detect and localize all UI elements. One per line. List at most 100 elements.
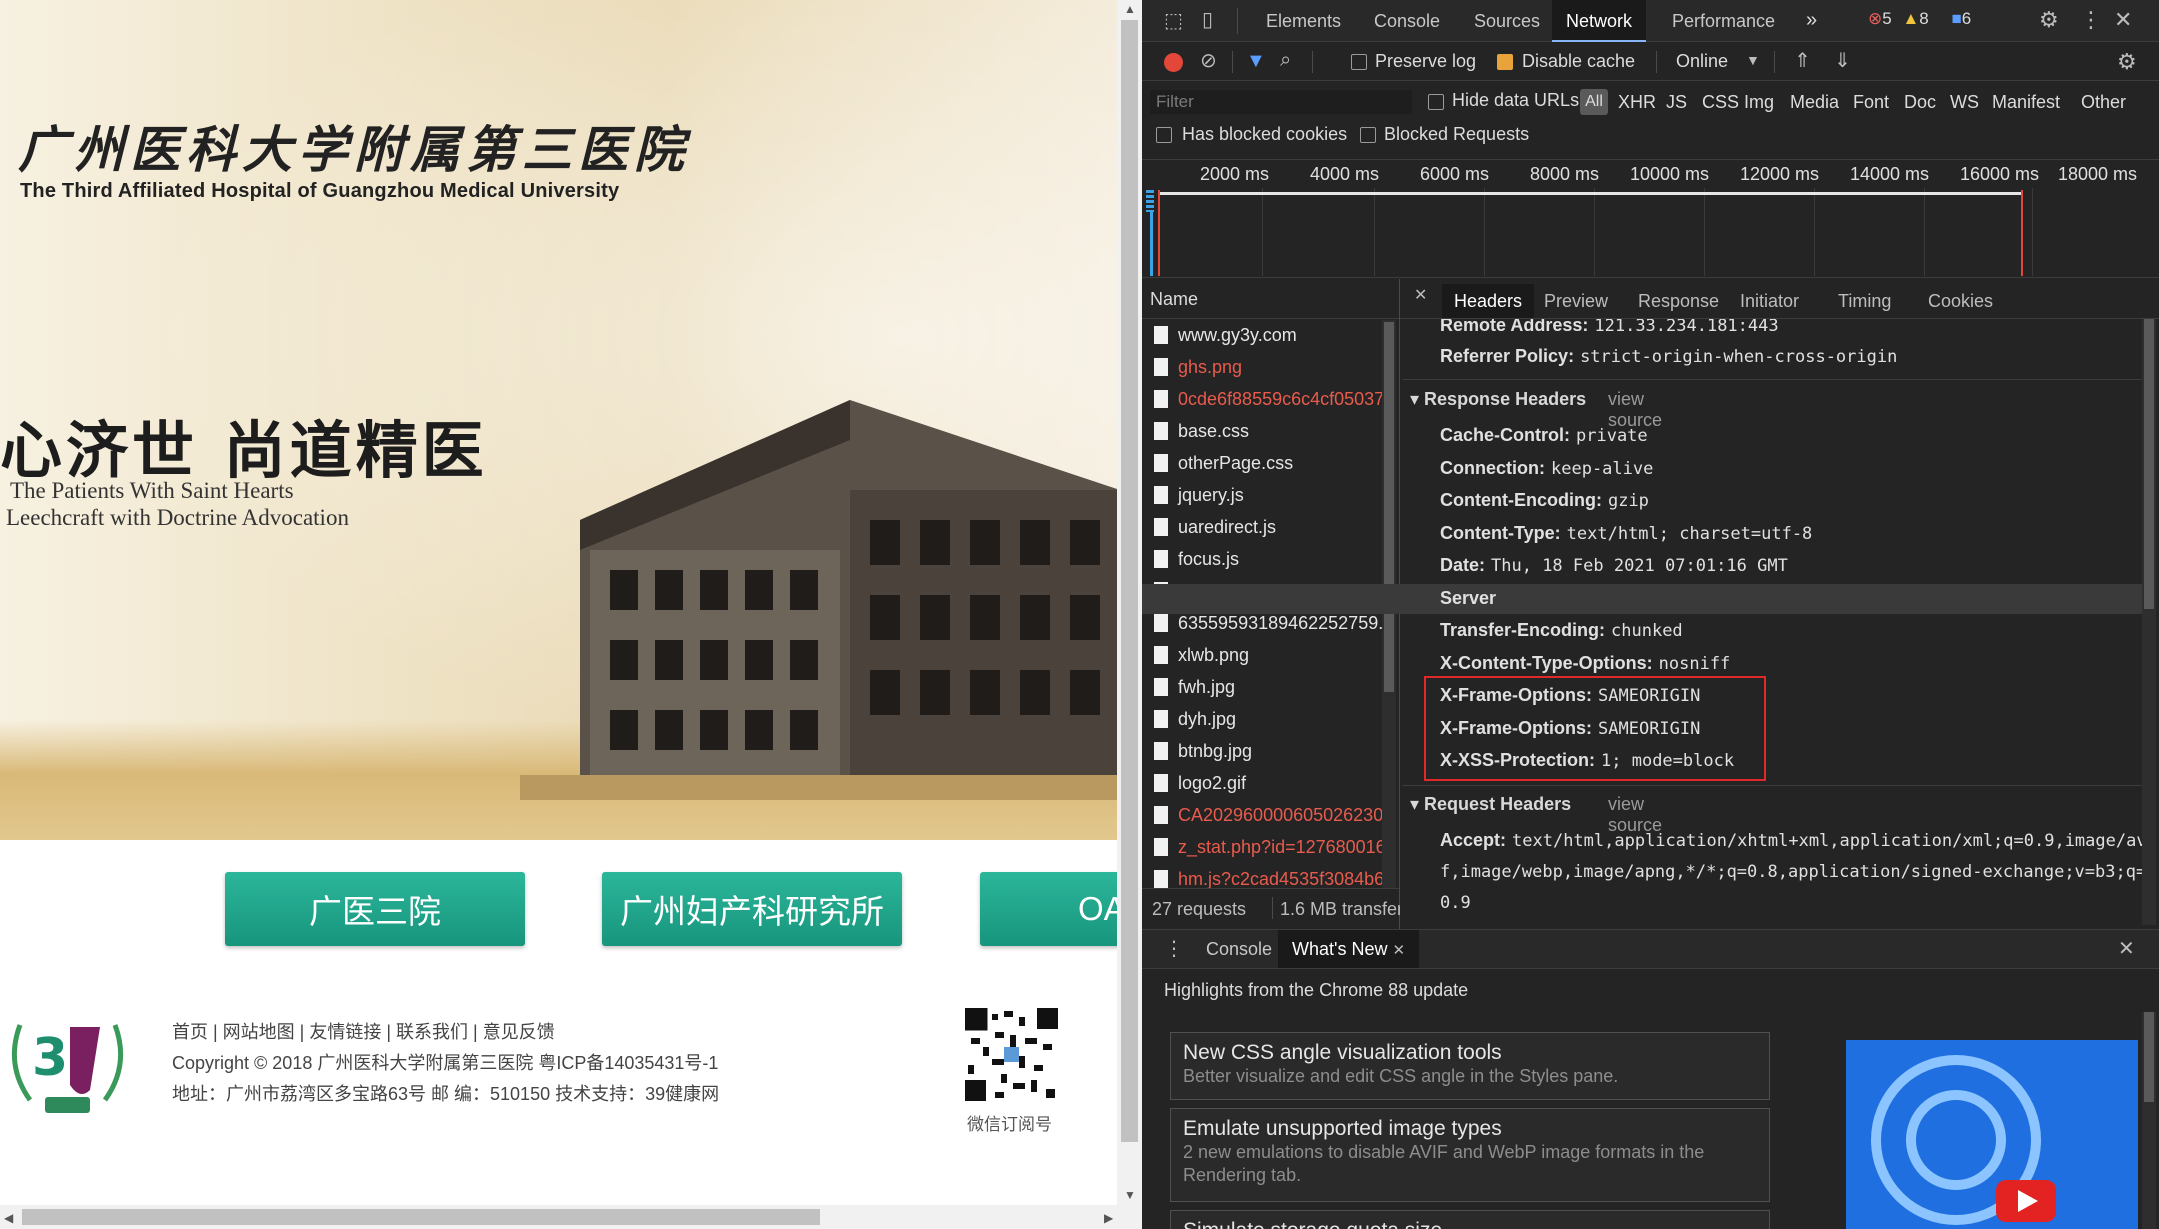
tab-elements[interactable]: Elements [1252, 0, 1355, 42]
grid-line [1374, 188, 1375, 276]
filter-ws[interactable]: WS [1950, 92, 1979, 113]
request-headers-section[interactable]: ▾ Request Headers view source [1410, 794, 1662, 835]
scroll-right-arrow-icon[interactable]: ▶ [1104, 1211, 1113, 1225]
response-header-row: Date: Thu, 18 Feb 2021 07:01:16 GMT [1440, 555, 1788, 576]
drawer-scroll-thumb[interactable] [2144, 1012, 2154, 1102]
export-har-icon[interactable]: ⇓ [1834, 51, 1851, 71]
header-accept-cont: f,image/webp,image/apng,*/*;q=0.8,applic… [1440, 861, 2142, 882]
scroll-left-arrow-icon[interactable]: ◀ [4, 1211, 13, 1225]
tab-headers[interactable]: Headers [1442, 284, 1535, 318]
slogan-cn: 心济世 尚道精医 [0, 414, 488, 487]
grid-line [1262, 188, 1263, 276]
header-key: Transfer-Encoding: [1440, 620, 1606, 640]
network-settings-gear-icon[interactable]: ⚙ [2117, 51, 2137, 73]
record-stop-icon[interactable] [1164, 53, 1183, 72]
whats-new-card[interactable]: Simulate storage quota size [1170, 1210, 1770, 1229]
timeline-label: 8000 ms [1530, 164, 1600, 184]
import-har-icon[interactable]: ⇑ [1794, 51, 1811, 71]
header-value: strict-origin-when-cross-origin [1580, 347, 1898, 367]
drawer-tab-console[interactable]: Console [1192, 930, 1286, 968]
whats-new-card[interactable]: New CSS angle visualization tools Better… [1170, 1032, 1770, 1100]
filter-manifest[interactable]: Manifest [1992, 92, 2060, 113]
filter-other[interactable]: Other [2081, 92, 2126, 113]
historic-building-image [520, 400, 1120, 800]
filter-img[interactable]: Img [1744, 92, 1774, 113]
response-header-row: Server [1142, 583, 2142, 614]
filter-all-button[interactable]: All [1580, 89, 1608, 115]
drawer-scrollbar[interactable] [2142, 1012, 2156, 1229]
tab-sources[interactable]: Sources [1460, 0, 1554, 42]
throttling-select[interactable]: Online [1676, 51, 1728, 72]
filter-js[interactable]: JS [1666, 92, 1687, 113]
issue-counters[interactable]: ⊗5 ▲8 ■6 [1868, 9, 1971, 29]
has-blocked-cookies-checkbox[interactable] [1156, 127, 1172, 143]
response-header-row: Transfer-Encoding: chunked [1440, 620, 1683, 641]
blocked-requests-checkbox[interactable] [1360, 127, 1376, 143]
header-key: X-Content-Type-Options: [1440, 652, 1653, 673]
clear-icon[interactable]: ⊘ [1200, 51, 1217, 71]
drawer-tab-whats-new[interactable]: What's New ✕ [1278, 930, 1420, 968]
filter-doc[interactable]: Doc [1904, 92, 1936, 113]
headers-scrollbar[interactable] [2142, 319, 2156, 925]
obgyn-institute-button[interactable]: 广州妇产科研究所 [602, 872, 902, 946]
tab-network[interactable]: Network [1552, 0, 1647, 42]
kebab-menu-icon[interactable]: ⋮ [2080, 9, 2102, 31]
drawer-menu-icon[interactable]: ⋮ [1164, 939, 1184, 959]
grid-line [1924, 188, 1925, 276]
header-remote-address: Remote Address: 121.33.234.181:443 [1440, 319, 1779, 336]
card-desc: Better visualize and edit CSS angle in t… [1183, 1066, 1619, 1086]
filter-media[interactable]: Media [1790, 92, 1839, 113]
filter-input[interactable]: Filter [1150, 90, 1412, 114]
header-accept-cont2: 0.9 [1440, 892, 1471, 913]
close-detail-icon[interactable]: ✕ [1414, 288, 1427, 304]
filter-font[interactable]: Font [1853, 92, 1889, 113]
timeline-label: 6000 ms [1420, 164, 1490, 184]
preserve-log-checkbox[interactable] [1351, 54, 1367, 70]
filter-css[interactable]: CSS [1702, 92, 1739, 113]
header-value: nosniff [1658, 653, 1731, 674]
filter-xhr[interactable]: XHR [1618, 92, 1656, 113]
close-tab-icon[interactable]: ✕ [1392, 942, 1405, 959]
separator [1656, 51, 1657, 73]
header-value: chunked [1611, 621, 1683, 641]
chrome-video-thumbnail[interactable] [1846, 1040, 2138, 1229]
tab-console[interactable]: Console [1360, 0, 1454, 42]
response-headers-section[interactable]: ▾ Response Headers view source [1410, 389, 1662, 430]
search-icon[interactable]: ⌕ [1280, 50, 1291, 70]
timeline-label: 14000 ms [1850, 164, 1930, 184]
device-toolbar-icon[interactable]: ▯ [1202, 10, 1213, 30]
footer-links[interactable]: 首页 | 网站地图 | 友情链接 | 联系我们 | 意见反馈 [172, 1018, 555, 1044]
scroll-down-arrow-icon[interactable]: ▼ [1124, 1188, 1136, 1202]
page-vertical-scroll-thumb[interactable] [1121, 20, 1138, 1142]
whats-new-card[interactable]: Emulate unsupported image types 2 new em… [1170, 1108, 1770, 1202]
close-drawer-icon[interactable]: ✕ [2118, 939, 2135, 959]
inspect-element-icon[interactable]: ⬚ [1164, 11, 1183, 31]
hospital-logo: 3 [11, 1024, 124, 1113]
name-column-header[interactable]: Name [1142, 279, 1402, 319]
scroll-up-arrow-icon[interactable]: ▲ [1124, 2, 1136, 16]
tab-timing[interactable]: Timing [1826, 284, 1903, 318]
timeline-overview[interactable]: 2000 ms 4000 ms 6000 ms 8000 ms 10000 ms… [1142, 160, 2159, 278]
headers-scroll-thumb[interactable] [2144, 319, 2154, 609]
name-header-label: Name [1150, 289, 1199, 309]
tab-initiator[interactable]: Initiator [1728, 284, 1811, 318]
disable-cache-checkbox[interactable] [1497, 54, 1513, 70]
filter-funnel-icon[interactable]: ▼ [1246, 51, 1266, 71]
header-key: Referrer Policy: [1440, 346, 1575, 366]
devtools-panel: ⬚ ▯ Elements Console Sources Network Per… [1142, 0, 2159, 1229]
page-horizontal-scroll-thumb[interactable] [22, 1209, 820, 1225]
header-key: Content-Encoding: [1440, 490, 1602, 510]
gy3y-button[interactable]: 广医三院 [225, 872, 525, 946]
hide-data-urls-checkbox[interactable] [1428, 94, 1444, 110]
separator [1237, 8, 1238, 34]
settings-gear-icon[interactable]: ⚙ [2039, 9, 2059, 31]
tab-preview[interactable]: Preview [1532, 284, 1620, 318]
tab-performance[interactable]: Performance [1658, 0, 1789, 42]
more-tabs-button[interactable]: » [1806, 9, 1817, 32]
tab-response[interactable]: Response [1626, 284, 1731, 318]
close-devtools-icon[interactable]: ✕ [2114, 9, 2132, 31]
tab-cookies[interactable]: Cookies [1916, 284, 2005, 318]
chevron-down-icon[interactable]: ▼ [1746, 53, 1760, 67]
divider [1402, 785, 2142, 786]
header-key: Connection: [1440, 457, 1545, 478]
